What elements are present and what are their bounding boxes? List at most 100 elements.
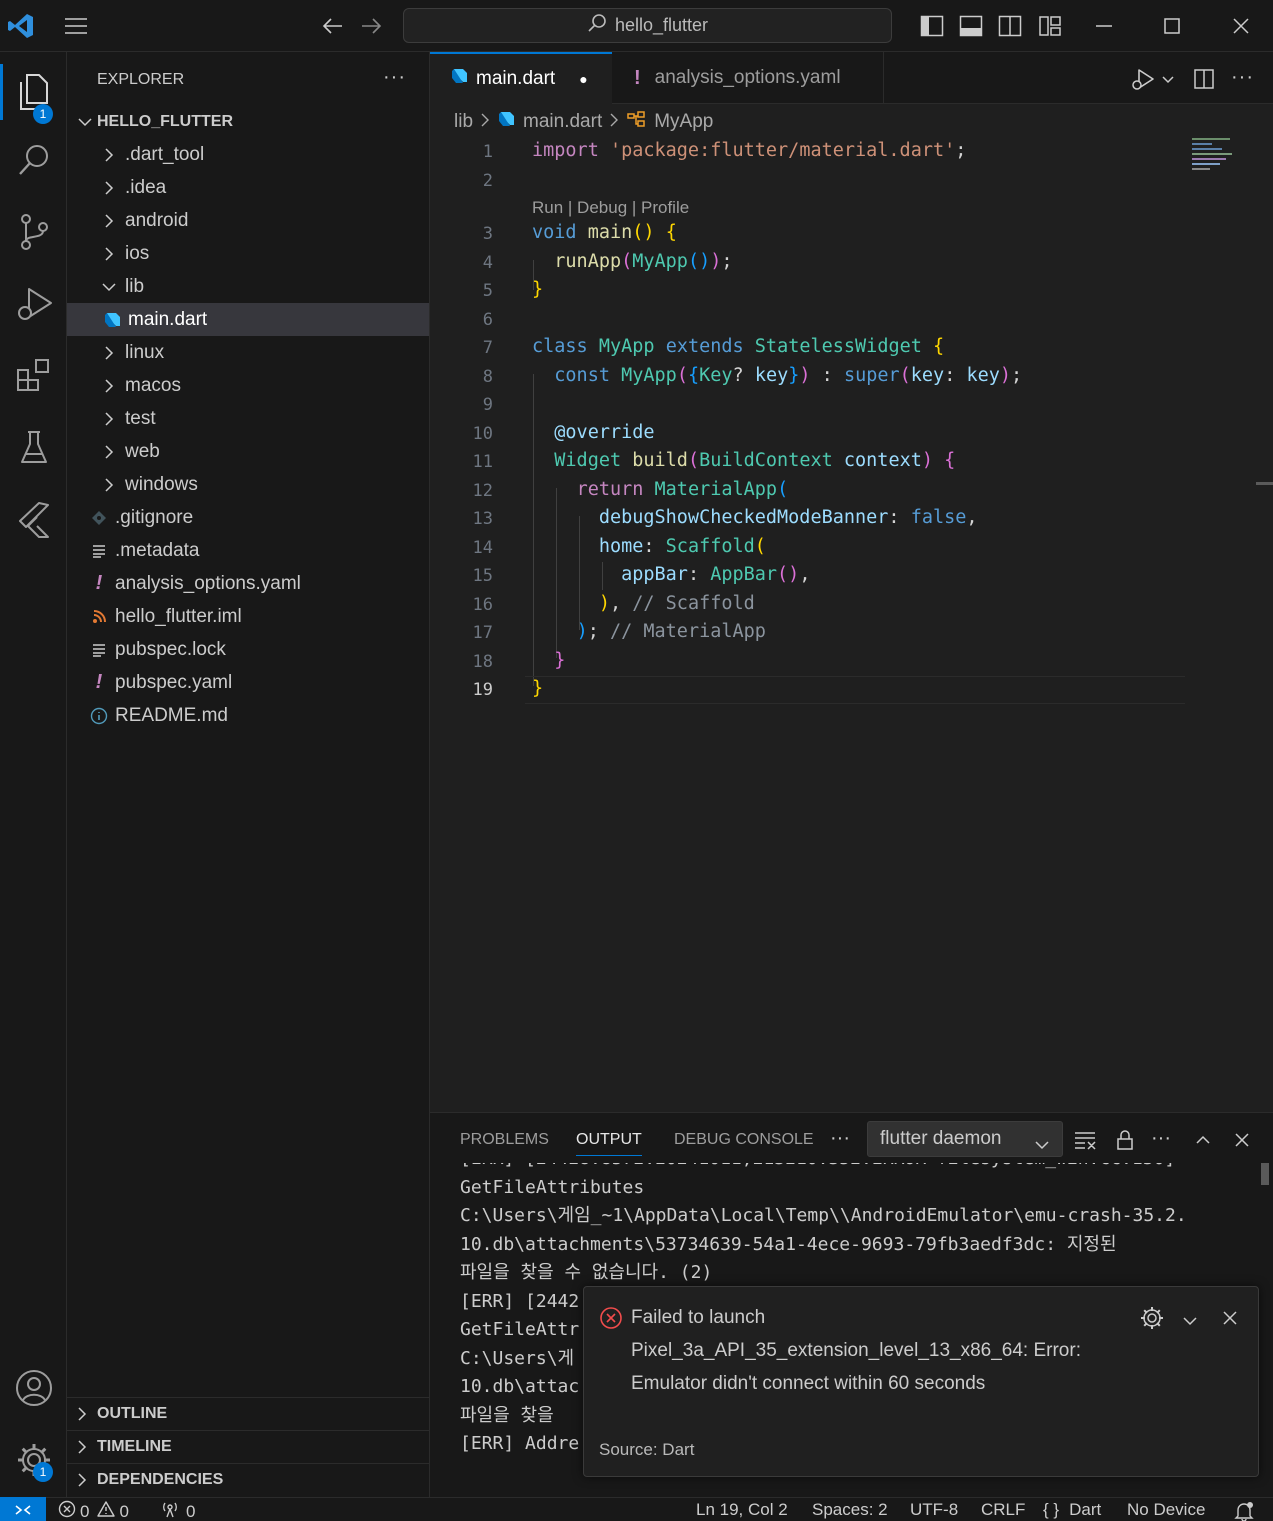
- tab-analysis-options[interactable]: ! analysis_options.yaml: [612, 52, 884, 104]
- code-editor[interactable]: lib main.dart MyApp Run | Debug | Profil…: [430, 104, 1273, 1112]
- folder-windows[interactable]: windows: [67, 468, 429, 501]
- folder-web[interactable]: web: [67, 435, 429, 468]
- notification-message-line1: Pixel_3a_API_35_extension_level_13_x86_6…: [631, 1340, 1081, 1361]
- problems-status[interactable]: 0 0: [58, 1500, 129, 1521]
- search-activity-icon[interactable]: [0, 132, 67, 188]
- settings-badge: 1: [33, 1462, 53, 1482]
- file-hello-flutter-iml[interactable]: hello_flutter.iml: [67, 600, 429, 633]
- run-debug-dropdown-icon[interactable]: [1128, 64, 1158, 94]
- eol-status[interactable]: CRLF: [981, 1500, 1025, 1520]
- toggle-secondary-sidebar-icon[interactable]: [995, 11, 1025, 41]
- section-outline[interactable]: OUTLINE: [67, 1397, 429, 1430]
- editor-more-button[interactable]: ···: [1231, 66, 1254, 89]
- tab-main-dart[interactable]: main.dart ●: [430, 52, 612, 104]
- language-mode[interactable]: { } Dart: [1043, 1500, 1101, 1520]
- explorer-more-button[interactable]: ···: [383, 66, 406, 89]
- folder-android[interactable]: android: [67, 204, 429, 237]
- run-debug-icon[interactable]: [0, 276, 67, 332]
- section-dependencies-label: DEPENDENCIES: [97, 1471, 224, 1488]
- close-notification-icon[interactable]: [1222, 1310, 1238, 1331]
- lock-scroll-icon[interactable]: [1110, 1125, 1140, 1155]
- toggle-panel-icon[interactable]: [956, 11, 986, 41]
- code-line-15: appBar: AppBar(),: [621, 564, 811, 585]
- chevron-right-icon: [97, 411, 121, 426]
- line-number: 9: [482, 395, 493, 415]
- dart-file-icon: [497, 110, 515, 134]
- ports-status[interactable]: 0: [160, 1500, 195, 1521]
- close-window-icon[interactable]: [1226, 11, 1256, 41]
- codelens-run-debug-profile[interactable]: Run | Debug | Profile: [532, 198, 689, 218]
- file-analysis-options-yaml[interactable]: ! analysis_options.yaml: [67, 567, 429, 600]
- tree-item-label: README.md: [115, 704, 228, 726]
- folder-linux[interactable]: linux: [67, 336, 429, 369]
- explorer-icon[interactable]: 1: [0, 64, 67, 124]
- chevron-right-icon: [481, 111, 490, 133]
- toggle-primary-sidebar-icon[interactable]: [917, 11, 947, 41]
- minimize-icon[interactable]: [1089, 11, 1119, 41]
- encoding-status[interactable]: UTF-8: [910, 1500, 958, 1520]
- source-control-icon[interactable]: [0, 204, 67, 260]
- tree-item-label: .metadata: [115, 539, 200, 561]
- tab-output[interactable]: OUTPUT: [576, 1131, 642, 1156]
- cursor-position[interactable]: Ln 19, Col 2: [696, 1500, 788, 1520]
- search-text: hello_flutter: [614, 15, 709, 35]
- unsaved-dot-icon[interactable]: ●: [579, 71, 587, 87]
- breadcrumb-lib[interactable]: lib: [454, 111, 473, 133]
- forward-arrow-icon[interactable]: [356, 11, 386, 41]
- section-timeline[interactable]: TIMELINE: [67, 1430, 429, 1463]
- code-line-19: }: [532, 678, 544, 699]
- manage-gear-icon[interactable]: 1: [0, 1432, 67, 1488]
- notification-settings-gear-icon[interactable]: [1140, 1306, 1164, 1335]
- section-dependencies[interactable]: DEPENDENCIES: [67, 1463, 429, 1496]
- back-arrow-icon[interactable]: [318, 11, 348, 41]
- activity-bar: 1 1: [0, 52, 67, 1497]
- command-center-search[interactable]: hello_flutter: [403, 8, 892, 43]
- file-pubspec-lock[interactable]: pubspec.lock: [67, 633, 429, 666]
- testing-icon[interactable]: [0, 420, 67, 476]
- close-panel-icon[interactable]: [1227, 1125, 1257, 1155]
- file-main-dart[interactable]: main.dart: [67, 303, 429, 336]
- output-line: [ERR] [24428:8572:20241011,213210.352:ER…: [460, 1163, 1260, 1174]
- menu-icon[interactable]: [61, 11, 91, 41]
- output-line: GetFileAttributes: [460, 1176, 645, 1198]
- chevron-down-icon[interactable]: [1161, 72, 1175, 90]
- breadcrumb-myapp[interactable]: MyApp: [654, 111, 713, 133]
- file-gitignore[interactable]: .gitignore: [67, 501, 429, 534]
- output-channel-select[interactable]: flutter daemon: [867, 1121, 1063, 1157]
- tab-debug-console[interactable]: DEBUG CONSOLE: [674, 1131, 814, 1149]
- indentation-status[interactable]: Spaces: 2: [812, 1500, 888, 1520]
- panel-more-actions-button[interactable]: ···: [1151, 1127, 1171, 1150]
- tab-problems[interactable]: PROBLEMS: [460, 1131, 549, 1149]
- error-circle-icon: [599, 1306, 623, 1335]
- panel-more-tabs-button[interactable]: ···: [830, 1127, 850, 1150]
- breadcrumb-main-dart[interactable]: main.dart: [523, 111, 602, 133]
- chevron-right-icon: [97, 180, 121, 195]
- yaml-file-icon: !: [634, 66, 641, 89]
- collapse-notification-chevron-icon[interactable]: [1182, 1313, 1198, 1331]
- output-scrollbar-thumb[interactable]: [1261, 1163, 1269, 1185]
- code-line-14: home: Scaffold(: [598, 536, 766, 557]
- split-editor-icon[interactable]: [1189, 64, 1219, 94]
- project-root-header[interactable]: HELLO_FLUTTER: [67, 105, 429, 138]
- folder-dart-tool[interactable]: .dart_tool: [67, 138, 429, 171]
- folder-idea[interactable]: .idea: [67, 171, 429, 204]
- code-line-8: const MyApp({Key? key}) : super(key: key…: [554, 365, 1023, 386]
- file-metadata[interactable]: .metadata: [67, 534, 429, 567]
- folder-lib[interactable]: lib: [67, 270, 429, 303]
- folder-test[interactable]: test: [67, 402, 429, 435]
- notifications-bell-icon[interactable]: [1234, 1501, 1254, 1521]
- maximize-icon[interactable]: [1157, 11, 1187, 41]
- flutter-icon[interactable]: [0, 492, 67, 548]
- customize-layout-icon[interactable]: [1035, 11, 1065, 41]
- file-readme-md[interactable]: README.md: [67, 699, 429, 732]
- clear-output-icon[interactable]: [1070, 1125, 1100, 1155]
- device-status[interactable]: No Device: [1127, 1500, 1205, 1520]
- extensions-icon[interactable]: [0, 348, 67, 404]
- folder-macos[interactable]: macos: [67, 369, 429, 402]
- remote-indicator[interactable]: [0, 1497, 46, 1521]
- folder-ios[interactable]: ios: [67, 237, 429, 270]
- maximize-panel-chevron-up-icon[interactable]: [1188, 1125, 1218, 1155]
- file-pubspec-yaml[interactable]: ! pubspec.yaml: [67, 666, 429, 699]
- accounts-icon[interactable]: [0, 1360, 67, 1416]
- minimap[interactable]: [1192, 138, 1234, 174]
